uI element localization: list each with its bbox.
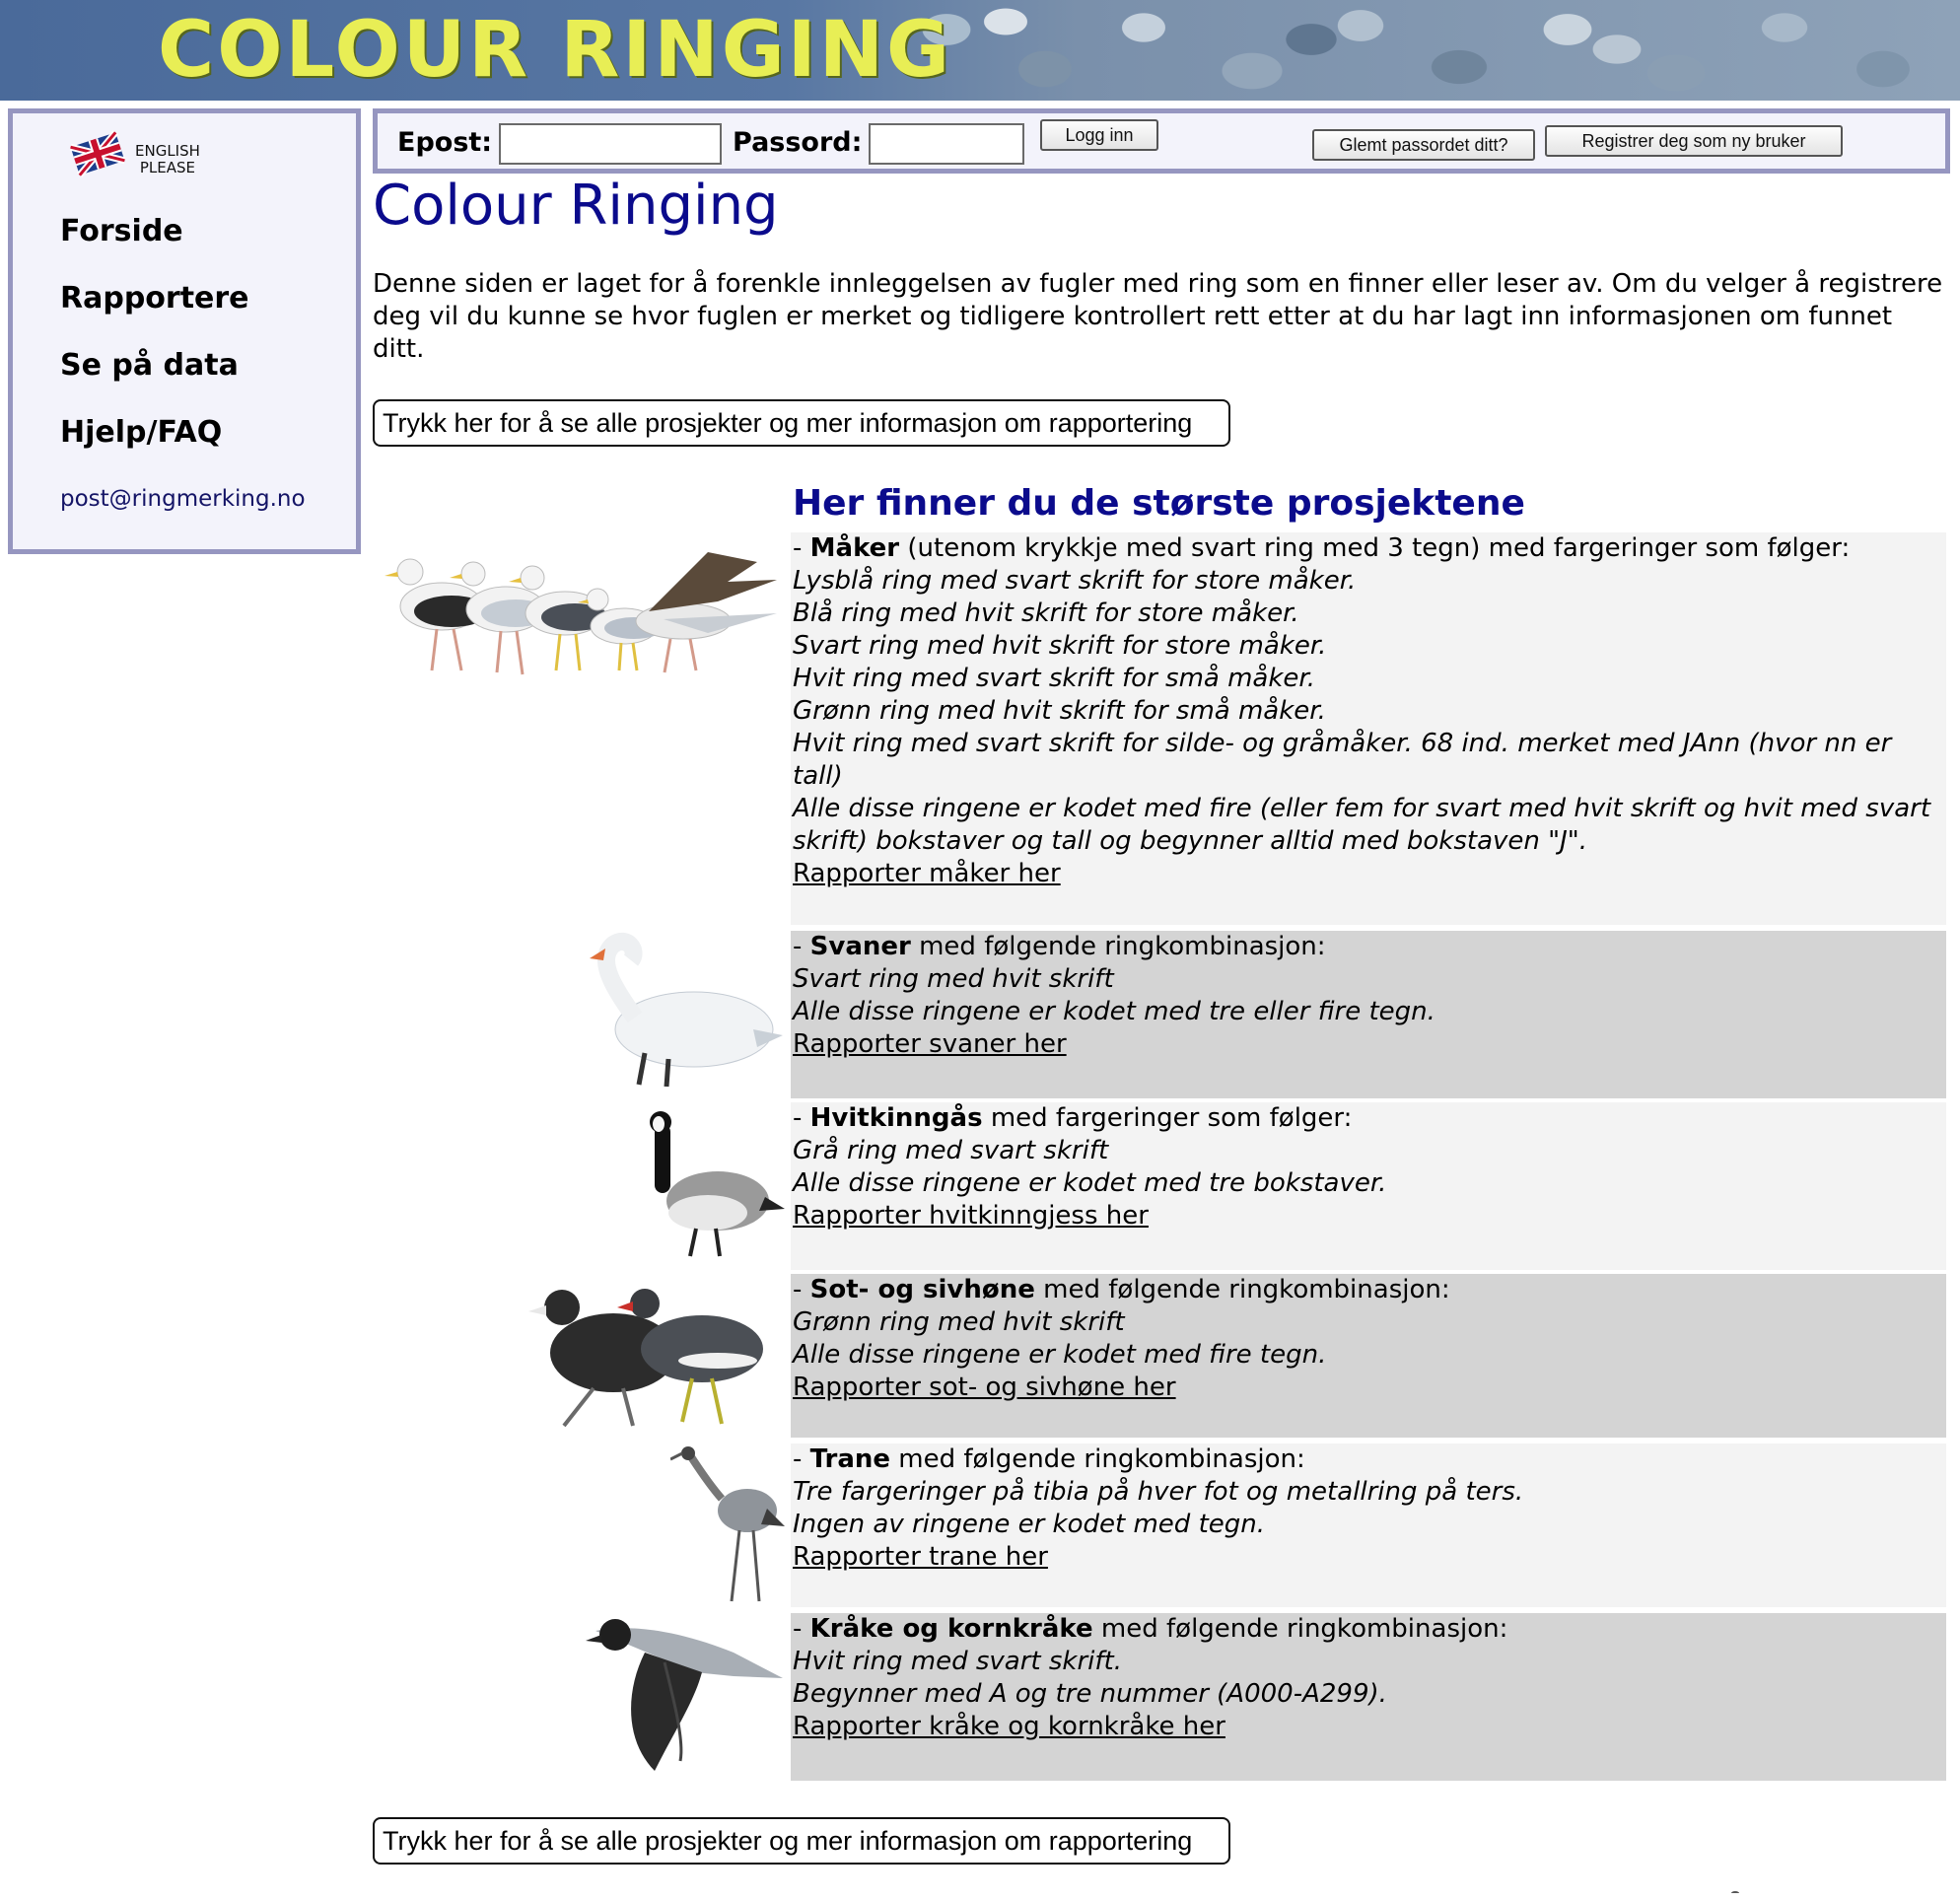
english-please-label: ENGLISH PLEASE: [135, 143, 200, 176]
project-name: Kråke og kornkråke: [809, 1614, 1093, 1644]
project-crane: - Trane med følgende ringkombinasjon: Tr…: [791, 1443, 1946, 1607]
header-banner: COLOUR RINGING: [0, 0, 1960, 101]
ring-line: Ingen av ringene er kodet med tegn.: [793, 1510, 1266, 1539]
project-swans: - Svaner med følgende ringkombinasjon: S…: [791, 931, 1946, 1098]
page-title: Colour Ringing: [373, 174, 779, 238]
sidebar: ENGLISH PLEASE Forside Rapportere Se på …: [8, 108, 361, 554]
english-label: ENGLISH: [135, 142, 200, 160]
dash: -: [793, 1275, 810, 1304]
report-crow-link[interactable]: Rapporter kråke og kornkråke her: [793, 1711, 1225, 1743]
project-gulls: - Måker (utenom krykkje med svart ring m…: [791, 532, 1946, 925]
ring-line: Grønn ring med hvit skrift: [793, 1307, 1125, 1337]
ring-line: Hvit ring med svart skrift for silde- og…: [793, 729, 1892, 791]
contact-email-link[interactable]: post@ringmerking.no: [60, 486, 306, 512]
english-language-link[interactable]: ENGLISH PLEASE: [68, 125, 236, 184]
dash: -: [793, 533, 810, 563]
login-bar: Epost: Passord: Logg inn Glemt passordet…: [373, 108, 1950, 174]
password-label: Passord:: [733, 127, 863, 158]
ring-line: Svart ring med hvit skrift: [793, 964, 1114, 994]
coot-moorhen-image: [528, 1289, 763, 1428]
project-coot-heading: - Sot- og sivhøne med følgende ringkombi…: [793, 1274, 1946, 1306]
report-coot-moorhen-link[interactable]: Rapporter sot- og sivhøne her: [793, 1372, 1176, 1404]
please-label: PLEASE: [139, 159, 196, 176]
password-field[interactable]: [869, 123, 1024, 165]
project-goose-heading: - Hvitkinngås med fargeringer som følger…: [793, 1102, 1946, 1135]
project-desc: med fargeringer som følger:: [982, 1103, 1353, 1133]
nav-hjelp-faq[interactable]: Hjelp/FAQ: [60, 415, 222, 450]
project-barnacle-goose: - Hvitkinngås med fargeringer som følger…: [791, 1102, 1946, 1270]
ring-line: Grå ring med svart skrift: [793, 1136, 1109, 1165]
project-swans-heading: - Svaner med følgende ringkombinasjon:: [793, 931, 1946, 963]
all-projects-button-bottom[interactable]: Trykk her for å se alle prosjekter og me…: [373, 1817, 1230, 1865]
ring-line: Tre fargeringer på tibia på hver fot og …: [793, 1477, 1524, 1507]
report-swans-link[interactable]: Rapporter svaner her: [793, 1028, 1067, 1061]
ring-line: Blå ring med hvit skrift for store måker…: [793, 598, 1299, 628]
email-field[interactable]: [499, 123, 722, 165]
register-button[interactable]: Registrer deg som ny bruker: [1545, 125, 1843, 157]
project-crane-heading: - Trane med følgende ringkombinasjon:: [793, 1443, 1946, 1476]
ring-line: Alle disse ringene er kodet med fire teg…: [793, 1340, 1327, 1370]
intro-text: Denne siden er laget for å forenkle innl…: [373, 269, 1943, 364]
swan-image: [590, 932, 783, 1088]
ring-line: Grønn ring med hvit skrift for små måker…: [793, 696, 1326, 726]
gulls-image: [385, 552, 777, 675]
project-desc: (utenom krykkje med svart ring med 3 teg…: [899, 533, 1851, 563]
project-name: Måker: [809, 533, 900, 563]
project-desc: med følgende ringkombinasjon:: [890, 1444, 1305, 1474]
gull-5-juvenile: [635, 552, 777, 673]
ring-line: Lysblå ring med svart skrift for store m…: [793, 566, 1357, 596]
dash: -: [793, 932, 810, 961]
email-label: Epost:: [397, 127, 493, 158]
dash: -: [793, 1614, 810, 1644]
nav-forside[interactable]: Forside: [60, 214, 183, 248]
report-gulls-link[interactable]: Rapporter måker her: [793, 858, 1061, 890]
project-name: Sot- og sivhøne: [809, 1275, 1035, 1304]
ring-line: Alle disse ringene er kodet med fire (el…: [793, 794, 1931, 856]
login-button[interactable]: Logg inn: [1040, 119, 1158, 151]
ring-line: Alle disse ringene er kodet med tre elle…: [793, 997, 1435, 1026]
project-crow: - Kråke og kornkråke med følgende ringko…: [791, 1613, 1946, 1781]
ring-line: Hvit ring med svart skrift.: [793, 1647, 1123, 1676]
all-projects-button-top[interactable]: Trykk her for å se alle prosjekter og me…: [373, 399, 1230, 447]
ring-line: Alle disse ringene er kodet med tre boks…: [793, 1168, 1387, 1198]
barnacle-goose-image: [650, 1111, 785, 1257]
project-desc: med følgende ringkombinasjon:: [1092, 1614, 1508, 1644]
project-desc: med følgende ringkombinasjon:: [1034, 1275, 1450, 1304]
ring-line: Svart ring med hvit skrift for store måk…: [793, 631, 1327, 661]
report-crane-link[interactable]: Rapporter trane her: [793, 1541, 1048, 1574]
ring-line: Hvit ring med svart skrift for små måker…: [793, 664, 1315, 693]
project-desc: med følgende ringkombinasjon:: [910, 932, 1326, 961]
nav-rapportere[interactable]: Rapportere: [60, 281, 249, 316]
project-gulls-heading: - Måker (utenom krykkje med svart ring m…: [793, 532, 1946, 565]
project-crow-heading: - Kråke og kornkråke med følgende ringko…: [793, 1613, 1946, 1646]
report-barnacle-goose-link[interactable]: Rapporter hvitkinngjess her: [793, 1200, 1149, 1232]
crane-image: [670, 1446, 785, 1602]
dash: -: [793, 1103, 810, 1133]
uk-flag-icon: [69, 130, 126, 177]
site-logo-title: COLOUR RINGING: [158, 6, 953, 95]
project-coot-moorhen: - Sot- og sivhøne med følgende ringkombi…: [791, 1274, 1946, 1438]
project-name: Hvitkinngås: [809, 1103, 983, 1133]
nav-se-pa-data[interactable]: Se på data: [60, 348, 239, 383]
dash: -: [793, 1444, 810, 1474]
section-title: Her finner du de største prosjektene: [793, 483, 1525, 524]
project-name: Trane: [809, 1444, 891, 1474]
ring-line: Begynner med A og tre nummer (A000-A299)…: [793, 1679, 1387, 1709]
crow-image: [586, 1619, 783, 1771]
footer-mark: [1731, 1891, 1739, 1895]
project-name: Svaner: [809, 932, 911, 961]
forgot-password-button[interactable]: Glemt passordet ditt?: [1312, 129, 1535, 161]
